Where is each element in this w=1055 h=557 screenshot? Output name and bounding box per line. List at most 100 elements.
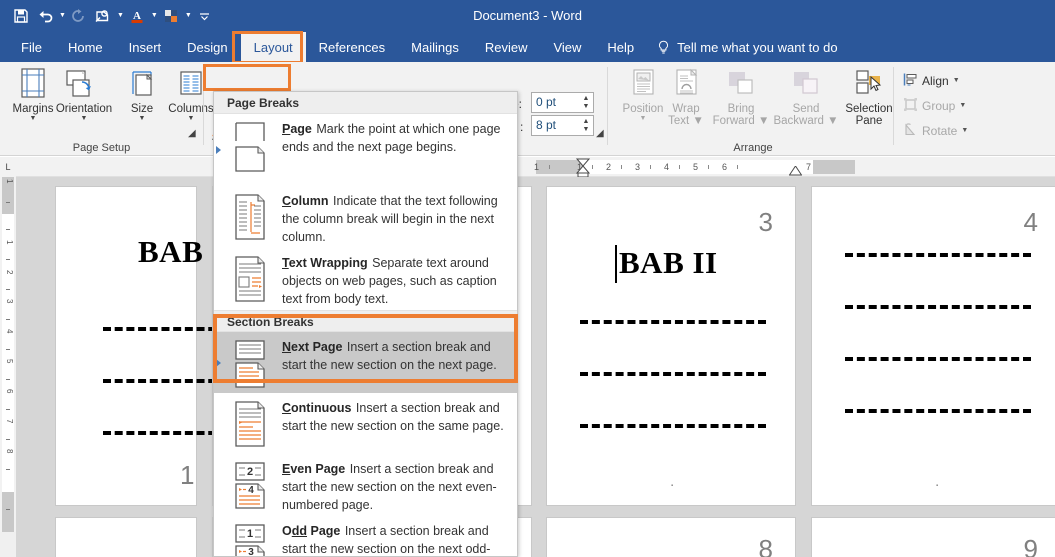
group-label: Group	[922, 98, 956, 113]
group-dropdown-arrow-icon[interactable]: ▼	[959, 102, 966, 109]
undo-caret-icon[interactable]: ▼	[59, 3, 66, 29]
orientation-button[interactable]: Orientation ▼	[48, 65, 120, 137]
font-color-caret-icon[interactable]: ▼	[151, 3, 158, 29]
vruler-tick	[6, 229, 10, 230]
undo-icon[interactable]	[34, 3, 56, 29]
stepper-down-icon[interactable]: ▼	[583, 126, 590, 133]
menu-item-column[interactable]: Column Indicate that the text following …	[214, 186, 517, 248]
stepper-down-icon[interactable]: ▼	[583, 103, 590, 110]
text-cursor	[615, 245, 617, 283]
vruler-tick	[6, 259, 10, 260]
menu-item-continuous[interactable]: Continuous Insert a section break and st…	[214, 393, 517, 454]
document-page[interactable]: 8	[546, 517, 796, 557]
tab-file[interactable]: File	[8, 32, 55, 62]
tab-review[interactable]: Review	[472, 32, 541, 62]
document-page[interactable]: 4 ▪	[811, 186, 1055, 506]
align-button[interactable]: Align ▼	[900, 70, 963, 91]
right-indent-marker[interactable]	[789, 166, 802, 176]
ruler-tick	[708, 165, 709, 169]
indent-markers[interactable]	[576, 158, 590, 177]
size-button[interactable]: Size ▼	[120, 65, 164, 137]
breaks-dropdown-menu[interactable]: Page Breaks Page Mark the point at which…	[213, 91, 518, 557]
spacing-after-stepper[interactable]: ▲ ▼	[579, 116, 593, 135]
tell-me-label: Tell me what you want to do	[677, 39, 838, 55]
footer-marker: ▪	[936, 483, 939, 489]
document-page[interactable]: 9	[811, 517, 1055, 557]
chevron-down-icon[interactable]	[194, 3, 216, 29]
ruler-number: 2	[606, 162, 612, 172]
tab-references[interactable]: References	[306, 32, 398, 62]
touch-draw-caret-icon[interactable]: ▼	[117, 3, 124, 29]
document-page[interactable]: BAB 1	[55, 186, 263, 506]
rotate-button[interactable]: Rotate ▼	[900, 120, 971, 141]
vertical-ruler-overlay[interactable]: 1 1 2 3 4 5 6 7 8	[0, 177, 16, 532]
odd-page-break-icon: 1 3	[224, 522, 276, 556]
menu-item-page[interactable]: Page Mark the point at which one page en…	[214, 114, 517, 186]
margins-dropdown-arrow-icon[interactable]: ▼	[30, 115, 37, 123]
tab-view[interactable]: View	[540, 32, 594, 62]
tab-design[interactable]: Design	[174, 32, 240, 62]
text-line	[580, 320, 766, 324]
rotate-dropdown-arrow-icon[interactable]: ▼	[961, 127, 968, 134]
tab-stop-selector[interactable]: L	[0, 157, 16, 177]
paragraph-dialog-launcher[interactable]: ◢	[596, 128, 604, 139]
stepper-up-icon[interactable]: ▲	[583, 95, 590, 102]
document-page[interactable]: 3 BAB II ▪	[546, 186, 796, 506]
ribbon-group-arrange: Position ▼ Wrap Text ▼ Bring Forward ▼ Se	[608, 62, 968, 155]
send-backward-icon	[789, 65, 823, 99]
svg-text:2: 2	[247, 466, 253, 478]
send-backward-dropdown-arrow-icon[interactable]: ▼	[827, 115, 838, 127]
bring-forward-label: Bring Forward ▼	[712, 103, 770, 127]
spacing-before-input[interactable]: 0 pt ▲ ▼	[531, 92, 594, 113]
document-canvas[interactable]: BAB 1 2 3 BAB II ▪ 4	[16, 177, 1055, 557]
document-page[interactable]	[55, 517, 197, 557]
size-dropdown-arrow-icon[interactable]: ▼	[139, 115, 146, 123]
shape-fill-icon[interactable]	[160, 3, 182, 29]
spacing-after-input[interactable]: 8 pt ▲ ▼	[531, 115, 594, 136]
touch-draw-icon[interactable]	[92, 3, 114, 29]
column-break-icon	[224, 192, 276, 242]
tell-me-box[interactable]: Tell me what you want to do	[647, 32, 838, 62]
columns-dropdown-arrow-icon[interactable]: ▼	[188, 115, 195, 123]
page-setup-dialog-launcher[interactable]: ◢	[188, 128, 196, 139]
text-line	[845, 253, 1031, 257]
spacing-after-value: 8 pt	[536, 118, 557, 132]
ribbon-tab-strip: File Home Insert Design Layout Reference…	[0, 32, 1055, 62]
text-wrapping-break-icon	[224, 254, 276, 304]
menu-item-text-wrapping[interactable]: Text Wrapping Separate text around objec…	[214, 248, 517, 310]
menu-item-text: Column Indicate that the text following …	[276, 192, 509, 244]
tab-mailings[interactable]: Mailings	[398, 32, 472, 62]
tab-home[interactable]: Home	[55, 32, 116, 62]
tab-insert[interactable]: Insert	[116, 32, 175, 62]
spacing-before-stepper[interactable]: ▲ ▼	[579, 93, 593, 112]
position-dropdown-arrow-icon[interactable]: ▼	[640, 115, 647, 123]
menu-item-next-page[interactable]: Next Page Insert a section break and sta…	[214, 332, 517, 393]
tab-help[interactable]: Help	[594, 32, 647, 62]
horizontal-ruler[interactable]: 1 1 2 3 4 5 6 7	[16, 157, 1055, 177]
save-icon[interactable]	[10, 3, 32, 29]
group-button[interactable]: Group ▼	[900, 95, 969, 116]
font-color-icon[interactable]: A	[126, 3, 148, 29]
align-dropdown-arrow-icon[interactable]: ▼	[953, 77, 960, 84]
bring-forward-button[interactable]: Bring Forward ▼	[709, 65, 773, 137]
selection-pane-button[interactable]: Selection Pane	[840, 65, 898, 137]
word-window: Document3 - Word ▼ ▼ A ▼ ▼ File Home Ins…	[0, 0, 1055, 557]
menu-item-even-page[interactable]: 2 4 Even Page Insert a section break and…	[214, 454, 517, 516]
shape-fill-caret-icon[interactable]: ▼	[185, 3, 192, 29]
stepper-up-icon[interactable]: ▲	[583, 118, 590, 125]
send-backward-button[interactable]: Send Backward ▼	[771, 65, 841, 137]
wrap-text-button[interactable]: Wrap Text ▼	[661, 65, 711, 137]
page-heading: BAB	[138, 234, 204, 269]
wrap-text-dropdown-arrow-icon[interactable]: ▼	[692, 115, 703, 127]
vruler-tick	[6, 509, 10, 510]
orientation-dropdown-arrow-icon[interactable]: ▼	[81, 115, 88, 123]
menu-item-text: Page Mark the point at which one page en…	[276, 120, 509, 180]
menu-item-title: Text Wrapping	[282, 256, 368, 270]
tab-layout[interactable]: Layout	[240, 32, 306, 62]
page-heading: BAB II	[619, 245, 718, 280]
menu-item-odd-page[interactable]: 1 3 Odd Page Insert a section break and …	[214, 516, 517, 556]
title-bar: Document3 - Word ▼ ▼ A ▼ ▼	[0, 0, 1055, 32]
bring-forward-dropdown-arrow-icon[interactable]: ▼	[758, 115, 769, 127]
group-divider-3	[893, 67, 894, 145]
size-icon	[126, 65, 158, 99]
